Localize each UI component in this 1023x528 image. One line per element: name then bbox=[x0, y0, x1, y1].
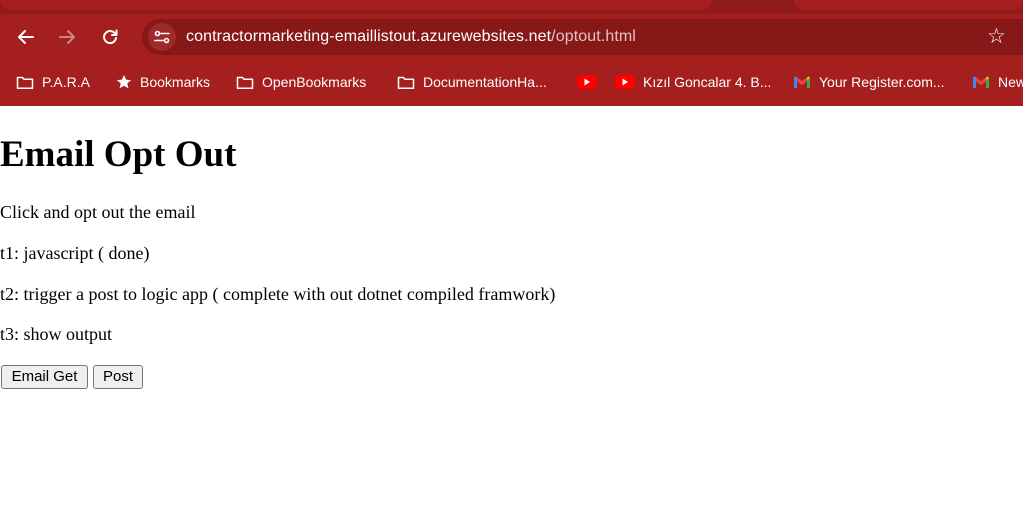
folder-icon bbox=[16, 75, 34, 90]
bookmark-label: DocumentationHa... bbox=[423, 74, 547, 90]
bookmark-star-icon[interactable]: ☆ bbox=[987, 25, 1006, 49]
youtube-icon bbox=[577, 75, 597, 89]
back-button[interactable] bbox=[13, 24, 39, 50]
star-icon bbox=[116, 74, 132, 90]
gmail-icon bbox=[972, 75, 990, 89]
browser-chrome: contractormarketing-emaillistout.azurewe… bbox=[0, 0, 1023, 106]
task-item-t3: t3: show output bbox=[0, 324, 113, 344]
bookmark-label: P.A.R.A bbox=[42, 74, 90, 90]
forward-button[interactable] bbox=[54, 24, 80, 50]
folder-icon bbox=[397, 75, 415, 90]
browser-toolbar: contractormarketing-emaillistout.azurewe… bbox=[0, 14, 1023, 62]
email-get-button[interactable]: Email Get bbox=[1, 365, 88, 389]
site-info-button[interactable] bbox=[148, 23, 176, 51]
address-bar[interactable]: contractormarketing-emaillistout.azurewe… bbox=[142, 19, 1023, 55]
bookmarks-bar: P.A.R.A Bookmarks OpenBookmarks Document… bbox=[0, 62, 1023, 102]
bookmark-your-register[interactable]: Your Register.com... bbox=[793, 72, 945, 92]
tune-icon bbox=[154, 30, 170, 44]
bookmark-label: Bookmarks bbox=[140, 74, 211, 90]
bookmark-label: Your Register.com... bbox=[819, 74, 945, 90]
background-tab[interactable] bbox=[794, 0, 1023, 10]
page-content: Email Opt Out Click and opt out the emai… bbox=[0, 106, 1023, 528]
active-tab[interactable] bbox=[0, 0, 712, 10]
page-title: Email Opt Out bbox=[0, 134, 237, 175]
bookmark-openbookmarks[interactable]: OpenBookmarks bbox=[236, 72, 366, 92]
post-button[interactable]: Post bbox=[93, 365, 143, 389]
bookmark-kizil-goncalar[interactable]: Kızıl Goncalar 4. B... bbox=[615, 72, 771, 92]
bookmark-documentation[interactable]: DocumentationHa... bbox=[397, 72, 547, 92]
url-text[interactable]: contractormarketing-emaillistout.azurewe… bbox=[186, 28, 636, 46]
gmail-icon bbox=[793, 75, 811, 89]
tab-strip bbox=[0, 0, 1023, 14]
bookmark-para[interactable]: P.A.R.A bbox=[16, 72, 90, 92]
arrow-left-icon bbox=[18, 30, 34, 44]
bookmark-new[interactable]: New bbox=[972, 72, 1023, 92]
url-path: /optout.html bbox=[551, 28, 636, 45]
bookmark-bookmarks[interactable]: Bookmarks bbox=[116, 72, 210, 92]
arrow-right-icon bbox=[59, 30, 75, 44]
youtube-icon bbox=[615, 75, 635, 89]
bookmark-youtube[interactable] bbox=[577, 72, 605, 92]
reload-icon bbox=[103, 29, 118, 45]
task-item-t2: t2: trigger a post to logic app ( comple… bbox=[0, 284, 556, 304]
bookmark-label: New bbox=[998, 74, 1023, 90]
bookmark-label: OpenBookmarks bbox=[262, 74, 367, 90]
bookmark-label: Kızıl Goncalar 4. B... bbox=[643, 74, 772, 90]
folder-icon bbox=[236, 75, 254, 90]
reload-button[interactable] bbox=[97, 24, 123, 50]
url-host: contractormarketing-emaillistout.azurewe… bbox=[186, 28, 552, 45]
task-item-t1: t1: javascript ( done) bbox=[0, 243, 150, 263]
page-description: Click and opt out the email bbox=[0, 202, 196, 222]
